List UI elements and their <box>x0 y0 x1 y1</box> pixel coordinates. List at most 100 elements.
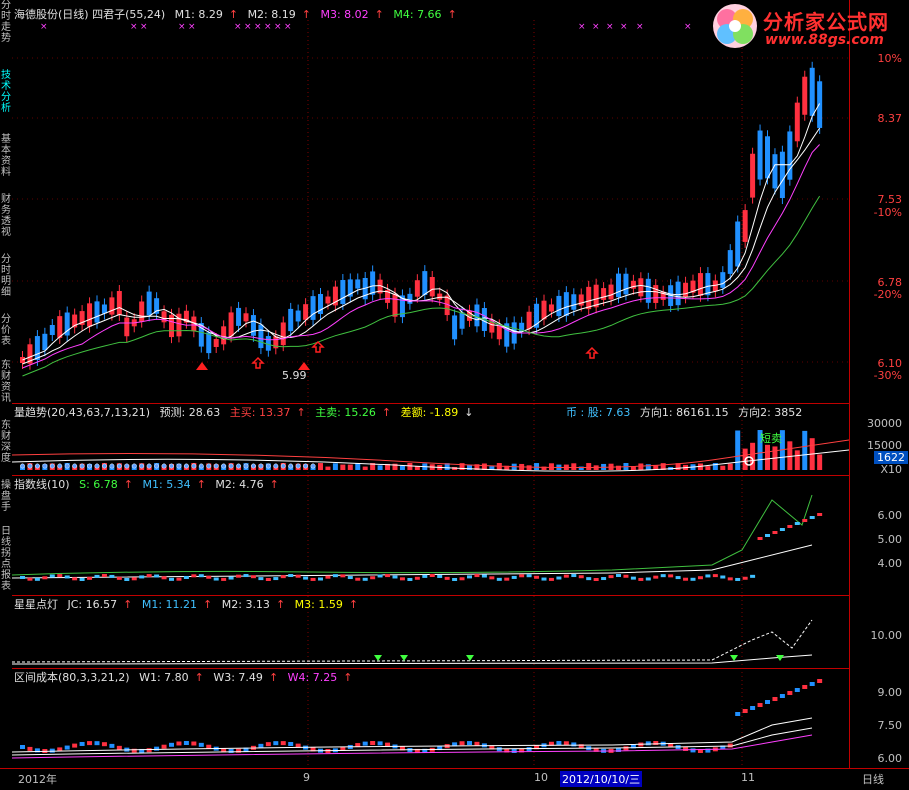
candle-body <box>295 310 301 322</box>
candle-body <box>459 312 465 329</box>
index-marker <box>407 577 413 581</box>
tab-detail[interactable]: 分时明细 <box>0 254 12 310</box>
tab-basic-info[interactable]: 基本资料 <box>0 134 12 190</box>
volume-bar <box>705 466 711 470</box>
index-marker <box>548 577 554 581</box>
cost-candle <box>802 685 808 689</box>
candle-body <box>414 280 420 297</box>
tab-news[interactable]: 东财资讯 <box>0 360 12 416</box>
cost-candle <box>370 741 376 746</box>
top-mark: × <box>130 22 138 32</box>
index-marker <box>727 577 733 581</box>
candle-body <box>437 293 443 300</box>
date-label: 11 <box>741 771 755 784</box>
w1-value: W1: 7.80 <box>139 671 189 684</box>
chart-canvas[interactable]: × × × × × × × × × × × × × × × × × <box>12 0 849 768</box>
candle-body <box>675 281 681 306</box>
star-signal <box>374 655 382 661</box>
axis-label: -20% <box>873 288 902 301</box>
index-marker <box>481 574 487 578</box>
tab-depth[interactable]: 东财深度 <box>0 420 12 476</box>
index-marker <box>444 576 450 580</box>
cost-candle <box>191 741 197 746</box>
tab-report[interactable]: 日线拐点报表 <box>0 526 12 596</box>
volume-bar <box>362 466 368 470</box>
index-marker <box>295 574 301 578</box>
top-mark: × <box>178 22 186 32</box>
price-axis: 10% 8.37 7.53 -10% 6.78 -20% 6.10 -30% 3… <box>849 0 909 768</box>
candle-body <box>586 286 592 310</box>
volume-bar <box>332 463 338 470</box>
index-marker <box>87 576 93 580</box>
tab-technical[interactable]: 技术分析 <box>0 70 12 128</box>
candle-body <box>139 301 145 322</box>
volume-dot <box>295 463 301 469</box>
tab-intraday[interactable]: 分时走势 <box>0 0 12 62</box>
period-selector[interactable]: 日线 <box>862 771 884 787</box>
index-marker <box>42 576 48 580</box>
volume-bar <box>526 465 532 470</box>
tab-price-table[interactable]: 分价表 <box>0 314 12 354</box>
candle-body <box>697 273 703 296</box>
index-marker <box>638 577 644 581</box>
volume-dot <box>213 463 219 469</box>
candle-body <box>563 292 569 316</box>
volume-dot <box>57 463 63 469</box>
cost-candle <box>161 744 167 749</box>
top-mark: × <box>592 22 600 32</box>
candle-body <box>146 291 152 316</box>
panel1-title: 海德股份(日线) 四君子(55,24) <box>14 8 166 21</box>
top-mark: × <box>284 22 292 32</box>
direction2-value: 方向2: 3852 <box>738 406 803 419</box>
volume-bar <box>399 465 405 470</box>
volume-dot <box>236 463 242 469</box>
volume-dot <box>280 463 286 469</box>
tab-trader[interactable]: 操盘手 <box>0 480 12 520</box>
logo-url: www.88gs.com <box>765 32 884 48</box>
volume-dot <box>243 463 249 469</box>
panel4-header: 星星点灯 JC: 16.57 ↑ M1: 11.21 ↑ M2: 3.13 ↑ M3:… <box>14 598 359 611</box>
index-marker <box>705 574 711 578</box>
candle-body <box>258 324 264 349</box>
panel2-title: 量趋势(20,43,63,7,13,21) <box>14 406 151 419</box>
jc-value: JC: 16.57 <box>67 598 118 611</box>
candle-body <box>228 312 234 337</box>
index-marker <box>437 574 443 578</box>
candle-body <box>526 311 532 330</box>
volume-dot <box>310 463 316 469</box>
index-marker <box>20 576 25 579</box>
index-marker <box>712 574 718 578</box>
volume-dot <box>183 463 189 469</box>
volume-bar <box>534 463 540 470</box>
volume-dot <box>79 463 85 469</box>
top-mark: × <box>274 22 282 32</box>
candle-body <box>735 221 741 267</box>
candle-body <box>340 280 346 304</box>
cost-candle <box>154 746 160 751</box>
axis-label: 10% <box>877 52 902 65</box>
axis-label: 4.00 <box>877 557 903 570</box>
index-marker <box>757 537 763 540</box>
panel3-title: 指数线(10) <box>14 478 70 491</box>
logo-flower-icon <box>713 4 757 48</box>
index-marker <box>593 577 599 581</box>
index-marker <box>280 575 286 579</box>
panel-divider <box>12 475 849 476</box>
index-marker <box>116 576 122 580</box>
index-marker <box>645 577 651 581</box>
volume-dot <box>198 463 204 469</box>
index-marker <box>161 576 167 580</box>
index-marker <box>169 577 174 581</box>
candle-body <box>683 282 689 298</box>
cost-candle <box>459 741 465 746</box>
volume-dot <box>288 463 294 469</box>
candle-body <box>638 278 644 297</box>
m2-index-value: M2: 4.76 <box>215 478 264 491</box>
tab-finance[interactable]: 财务透视 <box>0 194 12 250</box>
m2-star-value: M2: 3.13 <box>221 598 270 611</box>
index-marker <box>675 576 681 580</box>
index-marker <box>735 577 741 581</box>
index-marker <box>653 575 659 579</box>
selected-date[interactable]: 2012/10/10/三 <box>560 771 643 787</box>
cost-candle <box>817 679 823 683</box>
